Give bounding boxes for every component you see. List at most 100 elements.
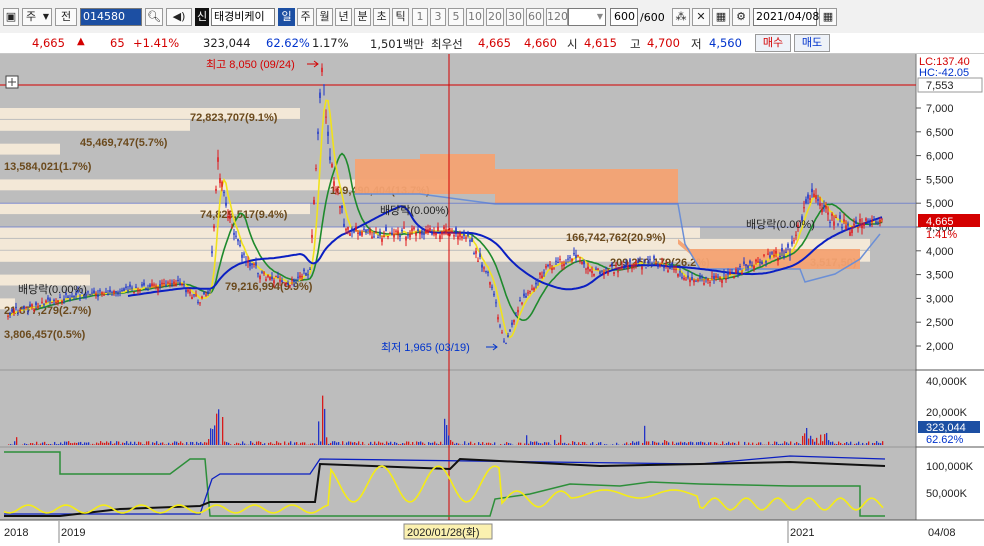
search-icon[interactable]: 🔍︎	[145, 8, 163, 26]
candle-body	[847, 223, 849, 225]
stock-code-input[interactable]: 014580	[80, 8, 142, 26]
candle-body	[557, 262, 559, 263]
volume-bar	[368, 444, 369, 445]
candle-body	[419, 233, 421, 234]
tab-minute-3[interactable]: 3	[430, 8, 446, 26]
tab-minute-20[interactable]: 20	[486, 8, 504, 26]
volume-bar	[474, 443, 475, 445]
volume-bar	[130, 442, 131, 445]
market-select[interactable]: 주▼	[22, 8, 52, 26]
tab-minute-5[interactable]: 5	[448, 8, 464, 26]
candle-body	[511, 323, 513, 325]
candle-body	[207, 291, 209, 293]
candle-body	[729, 272, 731, 275]
volume-bar	[408, 442, 409, 445]
volume-bar	[278, 443, 279, 445]
candle-body	[7, 316, 9, 317]
volume-bar	[212, 429, 213, 445]
count-input[interactable]: 600	[610, 8, 638, 26]
candle-body	[497, 317, 499, 319]
tab-period-1[interactable]: 주	[297, 8, 314, 26]
sell-button[interactable]: 매도	[794, 34, 830, 52]
candle-body	[179, 282, 181, 285]
volume-bar	[692, 442, 693, 445]
calendar-icon[interactable]: ▦	[819, 8, 837, 26]
volume-bar	[326, 437, 327, 445]
volume-bar	[374, 442, 375, 445]
buy-button[interactable]: 매수	[755, 34, 791, 52]
candle-body	[89, 294, 91, 295]
tab-minute-120[interactable]: 120	[546, 8, 568, 26]
volume-bar	[428, 442, 429, 445]
volume-bar	[452, 442, 453, 445]
date-input[interactable]: 2021/04/08	[753, 8, 817, 26]
candle-body	[97, 294, 99, 297]
type-select[interactable]: 전	[55, 8, 77, 26]
candle-body	[151, 283, 153, 286]
market-select-value: 주	[26, 10, 36, 23]
volume-bar	[370, 442, 371, 445]
candle-body	[841, 227, 843, 228]
tab-minute-10[interactable]: 10	[466, 8, 484, 26]
tab-period-4[interactable]: 분	[354, 8, 371, 26]
dividend-label-3: 배당락(0.00%)	[746, 218, 815, 231]
candle-body	[701, 276, 703, 277]
volume-bar	[748, 443, 749, 445]
volume-bar	[566, 444, 567, 445]
tab-period-0[interactable]: 일	[278, 8, 295, 26]
candle-body	[653, 256, 655, 259]
candle-body	[635, 262, 637, 265]
volume-bar	[106, 441, 107, 445]
volume-bar	[688, 442, 689, 445]
candle-body	[117, 292, 119, 295]
ind-tick-2: 50,000K	[926, 488, 968, 500]
volume-bar	[664, 440, 665, 445]
volume-bar	[276, 441, 277, 445]
candle-body	[603, 272, 605, 275]
volume-bar	[140, 442, 141, 445]
tab-minute-1[interactable]: 1	[412, 8, 428, 26]
candle-body	[95, 294, 97, 296]
volume-bar	[398, 444, 399, 445]
tab-period-3[interactable]: 년	[335, 8, 352, 26]
compare-icon[interactable]: ⁂	[672, 8, 690, 26]
speaker-icon[interactable]: ◀)	[166, 8, 192, 26]
candle-body	[393, 234, 395, 237]
candle-body	[437, 227, 439, 231]
chart-area[interactable]: 72,823,707(9.1%)45,469,747(5.7%)13,584,0…	[0, 54, 984, 543]
candle-body	[731, 272, 733, 273]
volume-bar	[678, 443, 679, 445]
candle-body	[349, 233, 351, 236]
candle-body	[721, 280, 723, 283]
tab-period-6[interactable]: 틱	[392, 8, 409, 26]
tab-minute-60[interactable]: 60	[526, 8, 544, 26]
candle-body	[549, 264, 551, 265]
candle-body	[585, 269, 587, 270]
candle-body	[631, 266, 633, 269]
x-label-2021: 2021	[790, 527, 814, 539]
candle-body	[515, 315, 517, 316]
dropdown-arrow-icon: ▼	[43, 9, 49, 25]
candle-body	[21, 308, 23, 309]
candle-body	[527, 292, 529, 293]
candle-body	[35, 302, 37, 305]
chart-menu-icon[interactable]: ▣	[3, 8, 19, 26]
tab-minute-30[interactable]: 30	[506, 8, 524, 26]
tab-period-5[interactable]: 초	[373, 8, 390, 26]
candle-body	[869, 222, 871, 225]
candle-body	[363, 229, 365, 230]
candle-body	[173, 281, 175, 283]
volume-bar	[432, 443, 433, 445]
gear-icon[interactable]: ⚙	[732, 8, 750, 26]
candle-body	[145, 288, 147, 290]
crosshair-icon[interactable]: ✕	[692, 8, 710, 26]
candle-body	[501, 332, 503, 333]
tab-period-2[interactable]: 월	[316, 8, 333, 26]
save-icon[interactable]: ▦	[712, 8, 730, 26]
candle-body	[13, 310, 15, 312]
stock-chart[interactable]: 72,823,707(9.1%)45,469,747(5.7%)13,584,0…	[0, 54, 984, 543]
volume-bar	[98, 443, 99, 445]
extra-select[interactable]: ▼	[568, 8, 606, 26]
candle-body	[265, 279, 267, 281]
volume-bar	[780, 444, 781, 445]
